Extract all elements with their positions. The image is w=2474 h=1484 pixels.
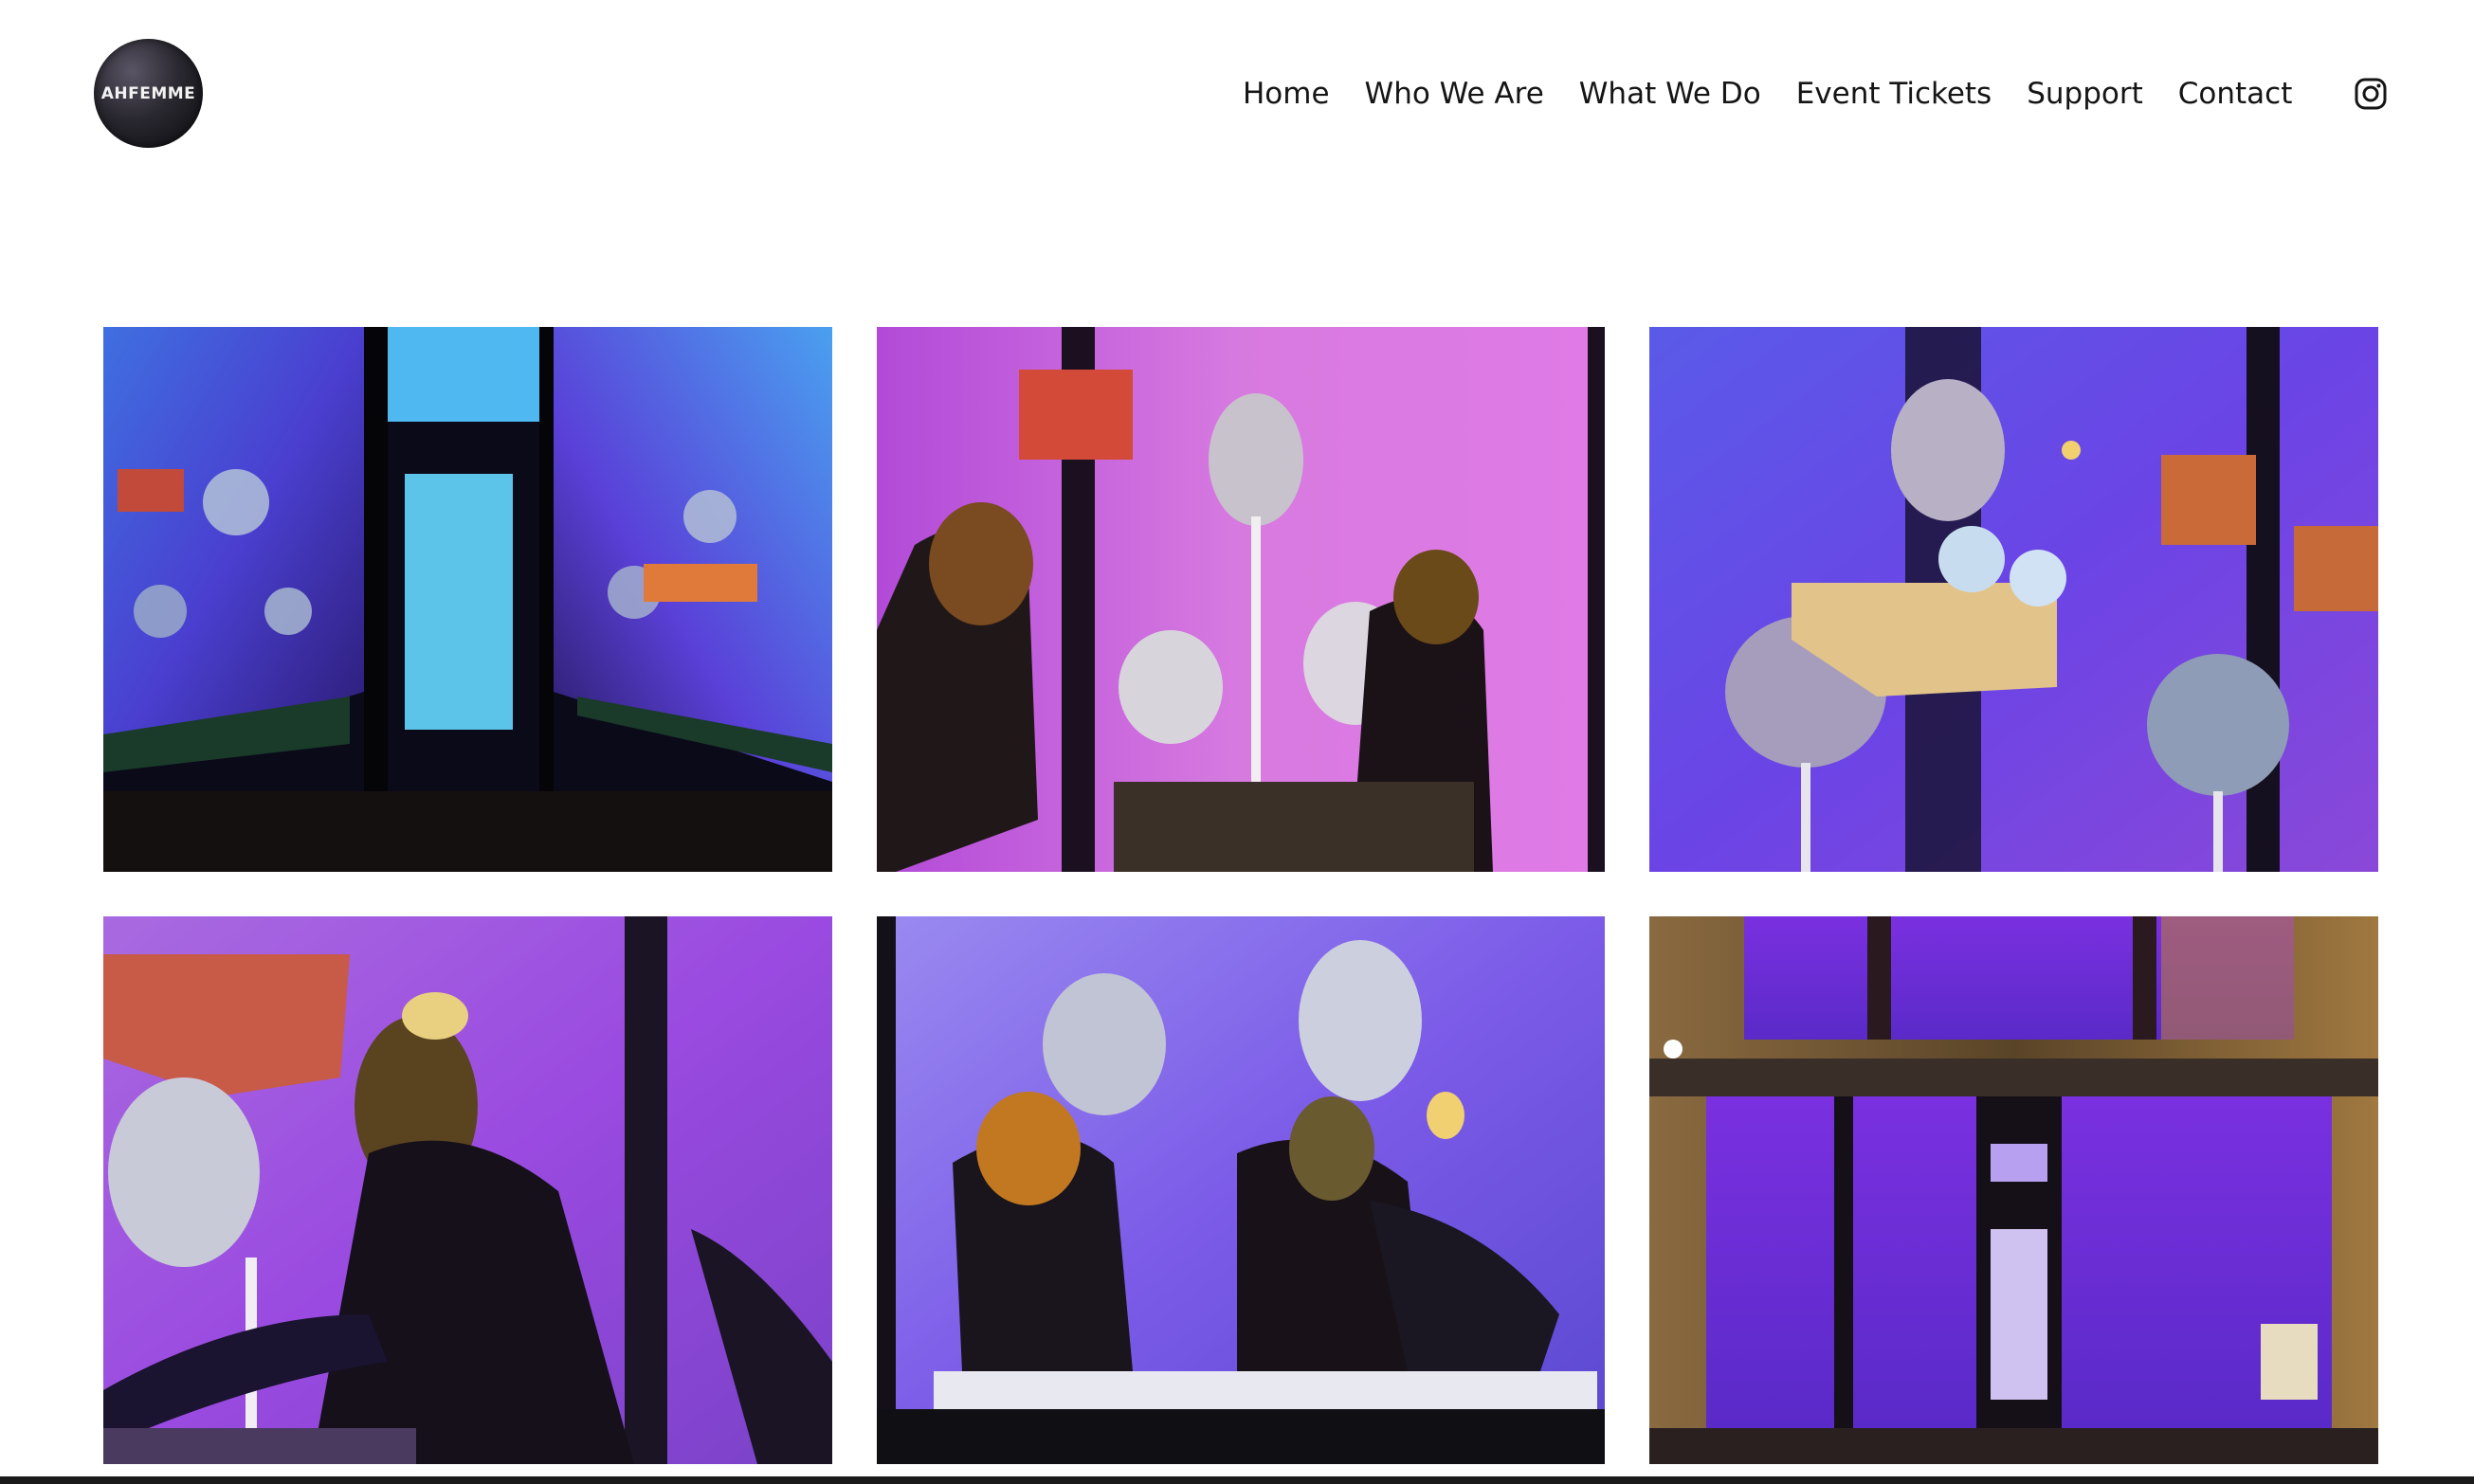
nav-event-tickets-link[interactable]: Event Tickets	[1796, 77, 1992, 111]
nav-contact-link[interactable]: Contact	[2178, 77, 2293, 111]
nav-who-we-are-link[interactable]: Who We Are	[1365, 77, 1544, 111]
nav-what-we-do-link[interactable]: What We Do	[1579, 77, 1761, 111]
gallery-photo[interactable]	[103, 327, 832, 872]
main-nav: Home Who We Are What We Do Event Tickets…	[1243, 72, 2292, 116]
nav-home-link[interactable]: Home	[1243, 77, 1330, 111]
page-bottom-edge	[0, 1476, 2474, 1484]
gallery-photo[interactable]	[1649, 327, 2378, 872]
gallery-photo[interactable]	[877, 327, 1605, 872]
site-header: AHFEMME Home Who We Are What We Do Event…	[0, 0, 2474, 190]
photo-gallery	[103, 327, 2378, 1464]
nav-support-link[interactable]: Support	[2027, 77, 2143, 111]
gallery-photo[interactable]	[103, 916, 832, 1464]
instagram-icon[interactable]	[2354, 77, 2388, 111]
gallery-photo[interactable]	[1649, 916, 2378, 1464]
gallery-photo[interactable]	[877, 916, 1605, 1464]
logo-text: AHFEMME	[100, 83, 196, 103]
site-logo[interactable]: AHFEMME	[94, 39, 203, 148]
